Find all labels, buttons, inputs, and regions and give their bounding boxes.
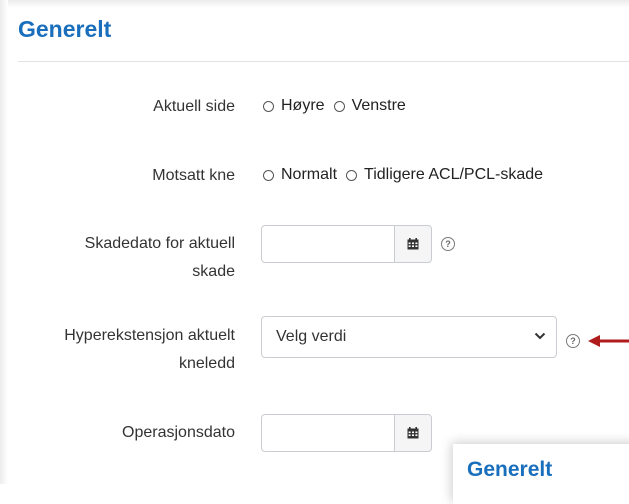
radio-venstre-label: Venstre [351,97,406,114]
radio-hoyre[interactable]: Høyre [263,97,325,115]
radio-tidligere-skade[interactable]: Tidligere ACL/PCL-skade [346,166,543,184]
radio-icon[interactable] [333,100,345,112]
injury-date-calendar-button[interactable] [394,225,432,263]
other-knee-label: Motsatt kne [152,167,235,184]
overlay-card-title: Generelt [467,458,553,481]
operation-date-calendar-button[interactable] [394,414,432,452]
section-divider [18,61,629,62]
arrow-left-icon [588,335,629,347]
radio-icon[interactable] [346,169,358,181]
hyperextension-selected-value: Velg verdi [276,328,347,345]
calendar-icon [407,238,419,250]
overlay-card: Generelt [453,444,629,504]
injury-date-label-line2: skade [192,263,235,280]
operation-date-label: Operasjonsdato [122,424,235,441]
radio-icon[interactable] [263,169,274,181]
side-radio-group: Høyre Venstre [263,97,415,115]
hyperextension-help-icon[interactable]: ? [566,334,580,348]
radio-normalt[interactable]: Normalt [263,166,337,184]
injury-date-label-line1: Skadedato for aktuell [84,235,235,252]
radio-icon[interactable] [263,100,274,112]
radio-hoyre-label: Høyre [281,97,325,114]
radio-normalt-label: Normalt [281,166,338,183]
hyperextension-label: Hyperekstensjon aktuelt kneledd [64,322,235,378]
calendar-icon [407,427,419,439]
other-knee-radio-group: Normalt Tidligere ACL/PCL-skade [263,166,552,184]
hyperextension-label-line1: Hyperekstensjon aktuelt [64,327,235,344]
operation-date-input[interactable] [261,414,395,452]
injury-date-help-icon[interactable]: ? [441,237,455,251]
radio-venstre[interactable]: Venstre [333,97,406,115]
chevron-down-icon [534,332,546,340]
left-shadow [0,0,8,484]
hyperextension-select[interactable]: Velg verdi [261,316,557,358]
top-shadow [0,0,629,8]
radio-tidligere-skade-label: Tidligere ACL/PCL-skade [364,166,544,183]
injury-date-input[interactable] [261,225,395,263]
side-label: Aktuell side [153,98,235,115]
injury-date-label: Skadedato for aktuell skade [85,230,235,286]
section-title: Generelt [18,16,112,42]
hyperextension-label-line2: kneledd [178,355,235,372]
